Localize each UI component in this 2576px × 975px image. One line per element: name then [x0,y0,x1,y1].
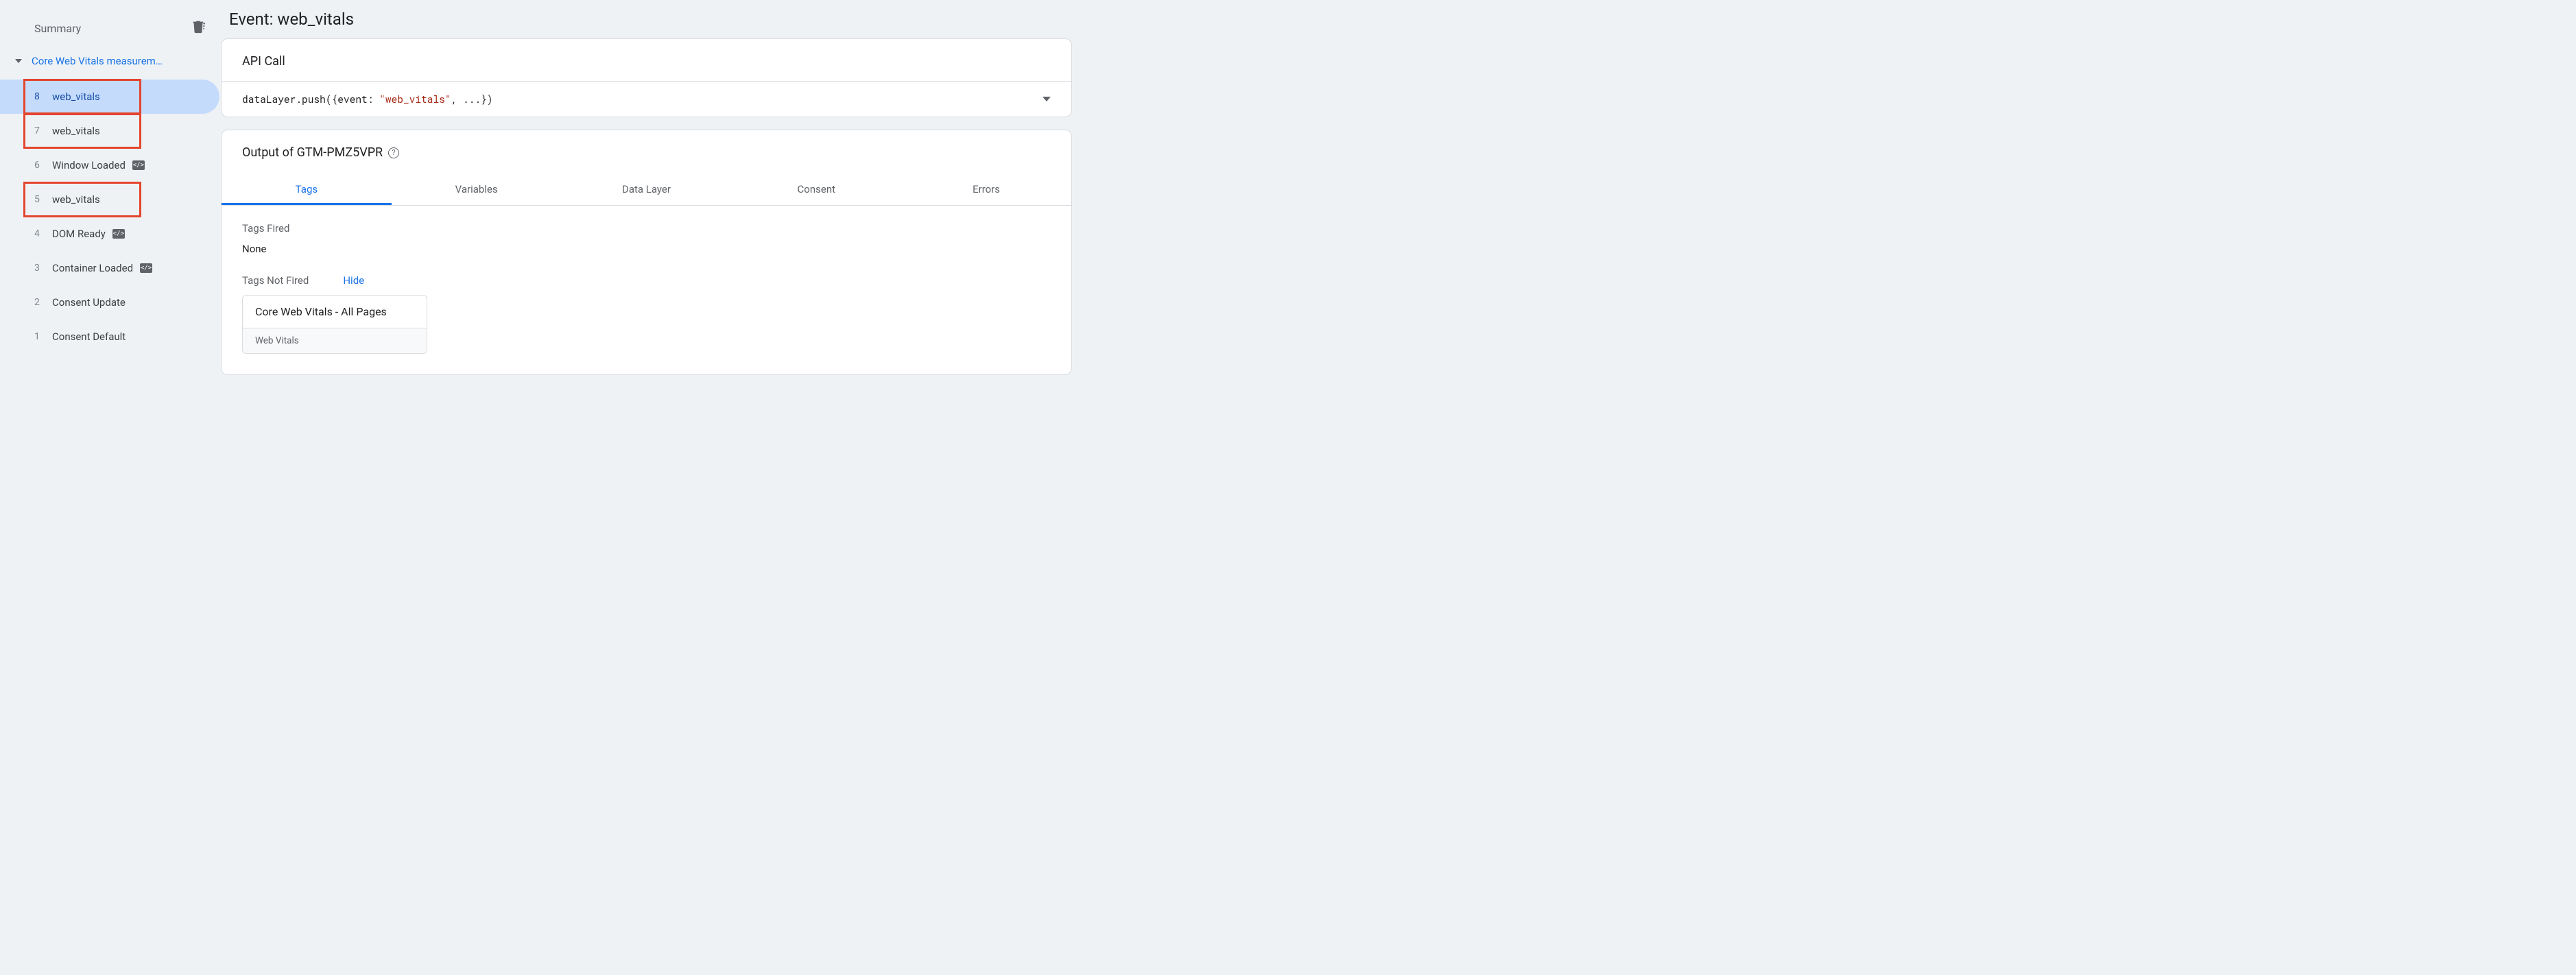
event-item-number: 6 [34,160,52,171]
help-icon[interactable]: ? [388,147,399,158]
api-call-header: API Call [222,39,1071,81]
app-root: Summary Core Web Vitals measurem… 8web_v… [0,0,1073,407]
event-item-number: 5 [34,194,52,205]
sidebar: Summary Core Web Vitals measurem… 8web_v… [0,0,219,407]
tab-consent[interactable]: Consent [731,172,901,205]
event-item-number: 3 [34,263,52,274]
event-item-label: Window Loaded [52,159,126,171]
event-item[interactable]: 6Window Loaded </> [0,148,219,182]
event-item[interactable]: 7web_vitals [0,114,219,148]
api-call-prefix: dataLayer.push({event: [242,93,379,106]
tabbar: TagsVariablesData LayerConsentErrors [222,172,1071,206]
api-call-suffix: , ...}) [451,93,493,106]
tags-fired-label: Tags Fired [242,222,1051,234]
event-list: 8web_vitals7web_vitals6Window Loaded</>5… [0,73,219,354]
summary-row[interactable]: Summary [0,7,219,49]
event-item-label: DOM Ready [52,228,106,240]
event-item-label: Container Loaded [52,262,133,274]
tag-card-type: Web Vitals [243,328,427,353]
event-item[interactable]: 3Container Loaded </> [0,251,219,285]
event-item[interactable]: 5web_vitals [0,182,219,217]
event-item-number: 8 [34,91,52,102]
event-item-number: 1 [34,331,52,342]
source-row[interactable]: Core Web Vitals measurem… [0,49,219,73]
source-label: Core Web Vitals measurem… [32,55,163,67]
tab-data-layer[interactable]: Data Layer [562,172,732,205]
api-call-card: API Call dataLayer.push({event: "web_vit… [221,38,1072,117]
output-header-label: Output of GTM-PMZ5VPR [242,145,383,160]
output-header: Output of GTM-PMZ5VPR ? [222,130,1071,172]
output-card: Output of GTM-PMZ5VPR ? TagsVariablesDat… [221,130,1072,375]
chevron-down-icon [15,59,22,63]
event-item-label: Consent Update [52,296,126,309]
event-item[interactable]: 4DOM Ready </> [0,217,219,251]
tab-tags[interactable]: Tags [222,172,392,205]
event-item-label: web_vitals [52,193,100,206]
event-item[interactable]: 1Consent Default [0,320,219,354]
tags-not-fired-label: Tags Not Fired [242,274,309,287]
summary-label: Summary [34,22,81,35]
clear-all-icon[interactable] [191,19,206,37]
event-item[interactable]: 2Consent Update [0,285,219,320]
event-item-label: web_vitals [52,91,100,103]
event-item-label: web_vitals [52,125,100,137]
event-item-number: 2 [34,297,52,308]
hide-link[interactable]: Hide [343,274,364,287]
tag-card-title: Core Web Vitals - All Pages [243,296,427,328]
event-item-label: Consent Default [52,330,126,343]
tab-errors[interactable]: Errors [901,172,1071,205]
main-panel: Event: web_vitals API Call dataLayer.pus… [219,0,1073,407]
event-item-number: 7 [34,125,52,136]
tab-variables[interactable]: Variables [392,172,562,205]
code-icon: </> [132,160,145,170]
event-title: Event: web_vitals [221,0,1072,38]
code-icon: </> [112,229,125,239]
tag-card[interactable]: Core Web Vitals - All Pages Web Vitals [242,295,427,354]
api-call-code: dataLayer.push({event: "web_vitals", ...… [242,93,492,106]
tags-not-fired-row: Tags Not Fired Hide [242,274,1051,287]
api-call-body[interactable]: dataLayer.push({event: "web_vitals", ...… [222,81,1071,117]
tab-body-tags: Tags Fired None Tags Not Fired Hide Core… [222,206,1071,374]
code-icon: </> [140,263,152,273]
chevron-down-icon [1042,97,1051,101]
api-call-value: "web_vitals" [379,93,451,106]
tags-fired-none: None [242,243,1051,255]
event-item-number: 4 [34,228,52,239]
event-item[interactable]: 8web_vitals [0,80,219,114]
